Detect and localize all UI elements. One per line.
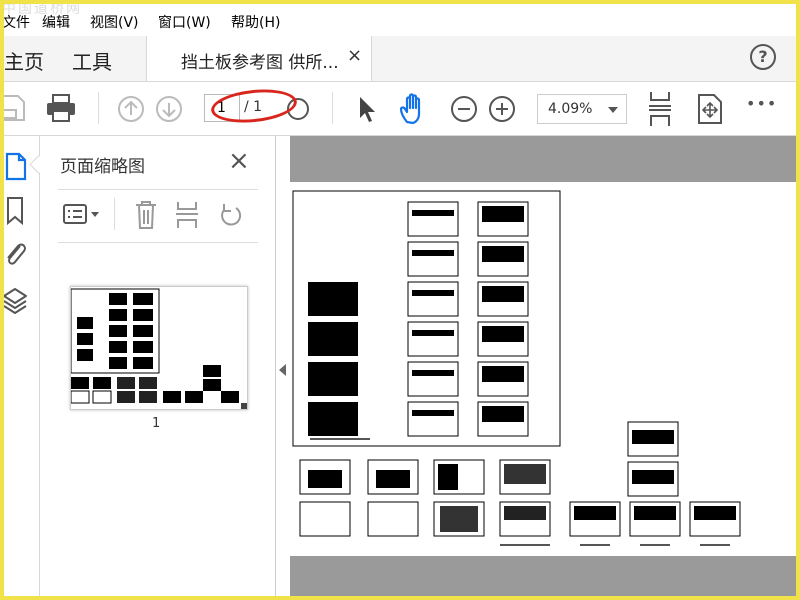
page-thumbnail-preview	[70, 288, 247, 409]
zoom-dropdown[interactable]: 4.09%	[537, 94, 627, 124]
toolbar-separator	[98, 92, 99, 124]
chevron-down-icon	[608, 107, 618, 113]
tab-document[interactable]: 挡土板参考图 供所... ×	[146, 36, 372, 81]
document-viewer[interactable]	[290, 136, 800, 600]
bookmarks-icon[interactable]	[4, 196, 26, 226]
document-tab-label: 挡土板参考图 供所...	[181, 53, 339, 73]
close-tab-icon[interactable]: ×	[347, 45, 362, 66]
collapse-panel-icon[interactable]	[279, 364, 286, 376]
menu-bar: 中国道桥网 文件 编辑 视图(V) 窗口(W) 帮助(H)	[0, 0, 800, 36]
page-thumbnails-icon[interactable]	[4, 152, 28, 182]
menu-view[interactable]: 视图(V)	[90, 12, 139, 32]
menu-window[interactable]: 窗口(W)	[158, 12, 211, 32]
more-options-icon[interactable]: •••	[746, 94, 777, 113]
drawing-content	[292, 190, 741, 546]
menu-help[interactable]: 帮助(H)	[231, 12, 280, 32]
fit-page-icon[interactable]	[645, 90, 675, 128]
toolbar: 1 / 1 4.09% •••	[0, 82, 800, 136]
zoom-out-icon[interactable]	[449, 94, 479, 124]
tab-home[interactable]: 主页	[4, 46, 44, 75]
menu-edit[interactable]: 编辑	[42, 12, 70, 32]
navigation-rail	[0, 136, 48, 600]
tab-bar: 主页 工具 挡土板参考图 供所... × ?	[0, 36, 800, 82]
previous-page-icon[interactable]	[117, 95, 145, 123]
page-thumbnail[interactable]	[70, 286, 248, 410]
zoom-in-icon[interactable]	[487, 94, 517, 124]
next-page-icon[interactable]	[155, 95, 183, 123]
layers-icon[interactable]	[2, 286, 28, 318]
close-panel-icon[interactable]: ×	[228, 146, 250, 176]
extract-pages-icon[interactable]	[174, 200, 200, 230]
thumbnails-panel: 页面缩略图 × 1	[40, 136, 276, 600]
zoom-value: 4.09%	[548, 101, 593, 117]
save-icon[interactable]	[0, 94, 26, 122]
full-screen-icon[interactable]	[696, 92, 724, 126]
panel-title: 页面缩略图	[60, 157, 145, 177]
attachments-icon[interactable]	[2, 238, 28, 270]
print-icon[interactable]	[46, 94, 76, 122]
divider	[114, 198, 115, 230]
help-icon[interactable]: ?	[750, 44, 776, 70]
toolbar-separator	[332, 92, 333, 124]
divider	[58, 242, 258, 243]
tab-tools[interactable]: 工具	[72, 46, 112, 75]
thumbnail-page-number: 1	[152, 416, 161, 431]
rotate-icon[interactable]	[216, 200, 244, 230]
thumbnail-options-icon[interactable]	[62, 202, 102, 228]
menu-file[interactable]: 文件	[2, 12, 30, 32]
select-tool-icon[interactable]	[356, 94, 378, 124]
divider	[58, 189, 258, 190]
delete-icon[interactable]	[134, 200, 158, 230]
document-page	[290, 182, 800, 556]
hand-tool-icon[interactable]	[398, 92, 430, 126]
